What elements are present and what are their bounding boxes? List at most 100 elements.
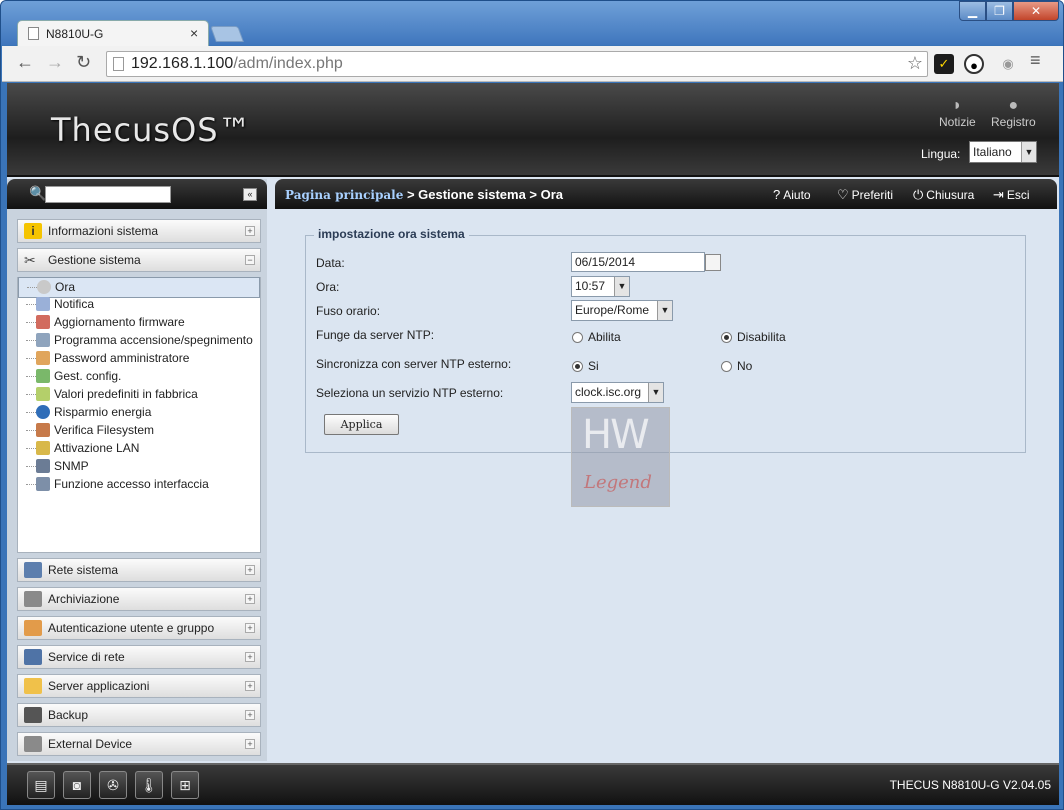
wake-on-lan-icon bbox=[36, 441, 50, 455]
tools-icon: ✂ bbox=[24, 252, 36, 268]
tree-item-risparmio-energia[interactable]: Risparmio energia bbox=[18, 403, 260, 421]
menu-icon[interactable]: ≡ bbox=[1030, 50, 1041, 71]
tree-label: Attivazione LAN bbox=[54, 441, 140, 455]
forward-icon[interactable]: → bbox=[46, 52, 64, 73]
fan-icon[interactable]: ✇ bbox=[99, 771, 127, 799]
language-value: Italiano bbox=[973, 145, 1012, 159]
ui-access-icon bbox=[36, 477, 50, 491]
sidebar-search-bar: 🔍 « bbox=[7, 179, 267, 209]
section-informazioni-sistema[interactable]: i Informazioni sistema + bbox=[17, 219, 261, 243]
language-label: Lingua: bbox=[921, 147, 961, 161]
gestione-sistema-tree: Ora Notifica Aggiornamento firmware Prog… bbox=[17, 277, 261, 553]
section-archiviazione[interactable]: Archiviazione + bbox=[17, 587, 261, 611]
extension-off-icon[interactable]: ● bbox=[964, 54, 984, 74]
news-button[interactable]: ◗ Notizie bbox=[939, 97, 976, 129]
expand-icon: + bbox=[245, 226, 255, 236]
ntp-server-disable-radio[interactable]: Disabilita bbox=[721, 330, 786, 344]
ntp-service-label: Seleziona un servizio NTP esterno: bbox=[316, 386, 504, 400]
favorites-button[interactable]: ♡ Preferiti bbox=[837, 187, 893, 203]
radio-label: Abilita bbox=[588, 330, 621, 344]
browser-toolbar: ← → ↻ 192.168.1.100/adm/index.php ☆ ✓ ● … bbox=[2, 46, 1063, 82]
maximize-button[interactable]: ❐ bbox=[986, 1, 1013, 21]
collapse-sidebar-icon[interactable]: « bbox=[243, 188, 257, 201]
browser-tab[interactable]: N8810U-G × bbox=[17, 20, 209, 46]
hwlegend-watermark: HW Legend bbox=[571, 407, 670, 507]
network-tree-icon[interactable]: ⊞ bbox=[171, 771, 199, 799]
bookmark-star-icon[interactable]: ☆ bbox=[907, 53, 923, 74]
section-gestione-sistema[interactable]: ✂ Gestione sistema − bbox=[17, 248, 261, 272]
panel-title: impostazione ora sistema bbox=[314, 227, 469, 241]
address-bar[interactable]: 192.168.1.100/adm/index.php ☆ bbox=[106, 51, 928, 77]
help-button[interactable]: ? Aiuto bbox=[773, 187, 811, 202]
section-autenticazione[interactable]: Autenticazione utente e gruppo + bbox=[17, 616, 261, 640]
new-tab-button[interactable] bbox=[210, 26, 244, 42]
main-content: Pagina principale > Gestione sistema > O… bbox=[275, 179, 1057, 761]
disk-icon[interactable]: ◙ bbox=[63, 771, 91, 799]
tree-item-gest-config[interactable]: Gest. config. bbox=[18, 367, 260, 385]
heart-icon: ♡ bbox=[837, 187, 849, 202]
section-rete-sistema[interactable]: Rete sistema + bbox=[17, 558, 261, 582]
section-label: Backup bbox=[48, 708, 89, 722]
extension-pocket-icon[interactable]: ◉ bbox=[998, 54, 1018, 74]
thermometer-icon[interactable]: 🌡 bbox=[135, 771, 163, 799]
watermark-top: HW bbox=[582, 412, 650, 458]
tree-item-valori-predefiniti[interactable]: Valori predefiniti in fabbrica bbox=[18, 385, 260, 403]
close-tab-icon[interactable]: × bbox=[190, 25, 198, 41]
tree-item-aggiornamento-firmware[interactable]: Aggiornamento firmware bbox=[18, 313, 260, 331]
search-input[interactable] bbox=[45, 186, 171, 203]
clock-icon bbox=[37, 280, 51, 294]
apply-button[interactable]: Applica bbox=[324, 414, 399, 435]
close-window-button[interactable]: ✕ bbox=[1013, 1, 1059, 21]
breadcrumb-bar: Pagina principale > Gestione sistema > O… bbox=[275, 179, 1057, 209]
time-value: 10:57 bbox=[575, 279, 606, 293]
firmware-icon bbox=[36, 315, 50, 329]
breadcrumb-path: > Gestione sistema > Ora bbox=[403, 187, 564, 202]
section-label: External Device bbox=[48, 737, 133, 751]
ntp-server-label: Funge da server NTP: bbox=[316, 328, 435, 342]
date-input[interactable]: 06/15/2014 bbox=[571, 252, 705, 272]
ntp-server-enable-radio[interactable]: Abilita bbox=[572, 330, 621, 344]
tree-label: Notifica bbox=[54, 297, 95, 311]
chevron-down-icon: ▼ bbox=[657, 301, 672, 320]
filesystem-check-icon bbox=[36, 423, 50, 437]
log-button[interactable]: ● Registro bbox=[991, 97, 1036, 129]
favorites-label: Preferiti bbox=[851, 188, 893, 202]
snmp-icon bbox=[36, 459, 50, 473]
breadcrumb-home-link[interactable]: Pagina principale bbox=[285, 188, 403, 202]
minimize-button[interactable]: ▁ bbox=[959, 1, 986, 21]
timezone-select[interactable]: Europe/Rome ▼ bbox=[571, 300, 673, 321]
tree-item-attivazione-lan[interactable]: Attivazione LAN bbox=[18, 439, 260, 457]
help-label: Aiuto bbox=[783, 188, 811, 202]
sync-no-radio[interactable]: No bbox=[721, 359, 752, 373]
section-service-di-rete[interactable]: Service di rete + bbox=[17, 645, 261, 669]
sync-yes-radio[interactable]: Si bbox=[572, 359, 599, 373]
search-icon: 🔍 bbox=[29, 185, 47, 201]
server-icon[interactable]: ▤ bbox=[27, 771, 55, 799]
tree-item-snmp[interactable]: SNMP bbox=[18, 457, 260, 475]
tree-item-verifica-filesystem[interactable]: Verifica Filesystem bbox=[18, 421, 260, 439]
back-icon[interactable]: ← bbox=[16, 52, 34, 73]
ntp-service-select[interactable]: clock.isc.org ▼ bbox=[571, 382, 664, 403]
section-server-applicazioni[interactable]: Server applicazioni + bbox=[17, 674, 261, 698]
tree-item-programma-accensione[interactable]: Programma accensione/spegnimento bbox=[18, 331, 260, 349]
language-select[interactable]: Italiano ▼ bbox=[969, 141, 1037, 163]
factory-reset-icon bbox=[36, 387, 50, 401]
reload-icon[interactable]: ↻ bbox=[76, 52, 91, 73]
logout-button[interactable]: ⇥ Esci bbox=[993, 187, 1030, 203]
power-icon: ⏻ bbox=[913, 187, 924, 202]
tree-item-notifica[interactable]: Notifica bbox=[18, 295, 260, 313]
tree-item-password-amministratore[interactable]: Password amministratore bbox=[18, 349, 260, 367]
chevron-down-icon: ▼ bbox=[648, 383, 663, 402]
external-device-icon bbox=[24, 736, 42, 752]
calendar-icon[interactable] bbox=[705, 254, 721, 271]
breadcrumb: Pagina principale > Gestione sistema > O… bbox=[285, 187, 563, 202]
shutdown-button[interactable]: ⏻ Chiusura bbox=[913, 187, 974, 203]
section-external-device[interactable]: External Device + bbox=[17, 732, 261, 756]
tree-label: SNMP bbox=[54, 459, 89, 473]
extension-check-icon[interactable]: ✓ bbox=[934, 54, 954, 74]
rss-icon: ◗ bbox=[952, 97, 963, 114]
time-select[interactable]: 10:57 ▼ bbox=[571, 276, 630, 297]
section-backup[interactable]: Backup + bbox=[17, 703, 261, 727]
tree-item-funzione-accesso-interfaccia[interactable]: Funzione accesso interfaccia bbox=[18, 475, 260, 493]
info-icon: i bbox=[24, 223, 42, 239]
